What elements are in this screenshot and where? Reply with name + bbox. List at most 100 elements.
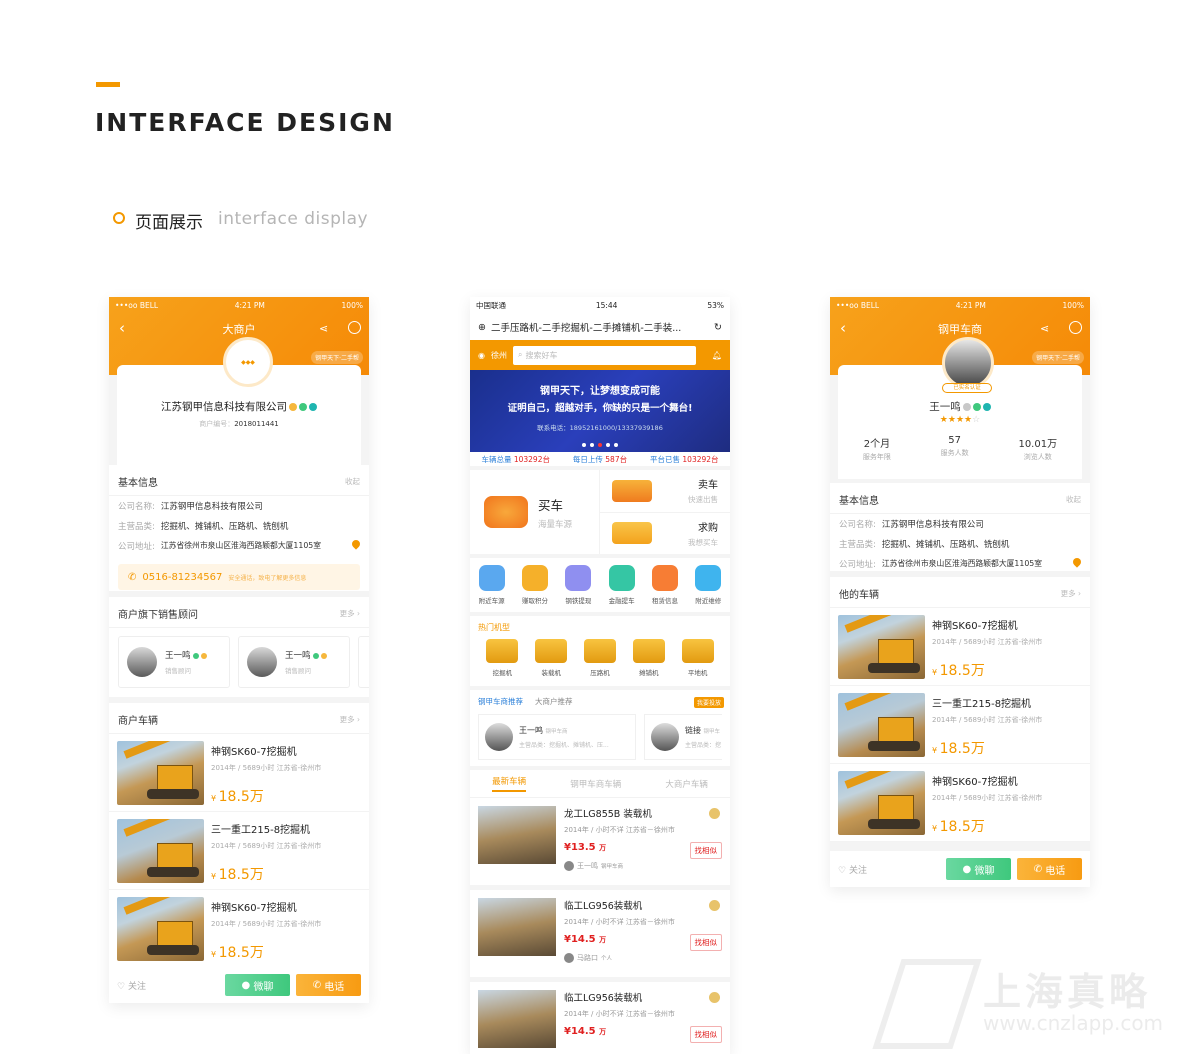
brand-tag: 钢甲天下·二手帮: [311, 351, 363, 364]
page-title: INTERFACE DESIGN: [95, 108, 395, 137]
listing-item[interactable]: 临工LG956装载机 2014年 / 小时不详 江苏省－徐州市 ¥14.5 万找相似: [470, 982, 730, 1054]
cars-title: 商户车辆: [118, 716, 158, 727]
location-icon[interactable]: [350, 538, 362, 550]
back-icon[interactable]: ‹: [119, 319, 125, 337]
car-item[interactable]: 三一重工215-8挖掘机 2014年 / 5689小时 江苏省-徐州市 ¥ 18.5…: [109, 812, 369, 890]
service-icon: [521, 565, 548, 591]
url-bar[interactable]: ⊕ 二手压路机-二手挖掘机-二手摊铺机-二手装... ↻: [470, 314, 730, 340]
follow-button[interactable]: ♡ 关注: [117, 979, 219, 992]
dealer-card[interactable]: 链接 钢甲车 主营品类：挖: [644, 714, 722, 760]
service-item[interactable]: 钢铁提现: [565, 565, 592, 605]
car-item[interactable]: 神钢SK60-7挖掘机 2014年 / 5689小时 江苏省-徐州市 ¥ 18.5万: [830, 608, 1090, 686]
phone-icon: ✆: [128, 571, 137, 583]
car-item[interactable]: 神钢SK60-7挖掘机 2014年 / 5689小时 江苏省-徐州市 ¥ 18.5万: [109, 890, 369, 968]
wechat-button[interactable]: ● 微聊: [225, 974, 290, 996]
buy-car-card[interactable]: 买车 海量车源: [470, 470, 600, 554]
service-item[interactable]: 附近维修: [695, 565, 722, 605]
phone-bar[interactable]: ✆ 0516-81234567 安全通话，致电了解更多信息: [118, 564, 360, 590]
back-icon[interactable]: ‹: [840, 319, 846, 337]
share-icon[interactable]: ⋖: [319, 322, 328, 335]
status-bar: 中国联通 15:44 53%: [470, 297, 730, 314]
collapse-button[interactable]: 收起: [1066, 494, 1081, 505]
tab-dealer-cars[interactable]: 钢甲车商车辆: [570, 778, 621, 790]
tab-dealer-recommend[interactable]: 钢甲车商推荐: [478, 696, 523, 707]
car-item[interactable]: 神钢SK60-7挖掘机 2014年 / 5689小时 江苏省-徐州市 ¥ 18.5万: [109, 734, 369, 812]
listing-photo: [478, 806, 556, 864]
car-photo: [117, 819, 204, 883]
refresh-icon[interactable]: ↻: [714, 322, 722, 333]
promo-banner[interactable]: 钢甲天下，让梦想变成可能 证明自己，超越对手，你缺的只是一个舞台! 联系电话：1…: [470, 370, 730, 452]
advisor-card[interactable]: 王一鸣 销售顾问: [238, 636, 350, 688]
car-item[interactable]: 三一重工215-8挖掘机 2014年 / 5689小时 江苏省-徐州市 ¥ 18.5…: [830, 686, 1090, 764]
nav-title: 大商户: [222, 323, 256, 336]
cars-more[interactable]: 更多 ›: [340, 714, 360, 725]
service-icon: [608, 565, 635, 591]
showcase-page: INTERFACE DESIGN 页面展示 interface display …: [0, 0, 1200, 1054]
city-selector[interactable]: 徐州: [491, 350, 507, 361]
car-photo: [838, 771, 925, 835]
advisor-card[interactable]: 王一鸣 销售顾问: [118, 636, 230, 688]
search-input[interactable]: ⌕ 搜索好车: [512, 345, 696, 365]
star-icon: ☆: [972, 415, 981, 425]
collapse-button[interactable]: 收起: [345, 476, 360, 487]
service-item[interactable]: 附近车源: [478, 565, 505, 605]
tab-merchant-cars[interactable]: 大商户车辆: [665, 778, 708, 790]
phone-number: 0516-81234567: [142, 571, 223, 583]
avatar: [127, 647, 157, 677]
find-similar-button[interactable]: 找相似: [689, 934, 722, 951]
status-bar: •••oo BELL 4:21 PM 100%: [109, 297, 369, 314]
find-similar-button[interactable]: 找相似: [689, 1026, 722, 1043]
phone-merchant: •••oo BELL 4:21 PM 100% ‹ 大商户 ⋖ 钢甲天下·二手帮…: [109, 297, 369, 1003]
message-icon[interactable]: [348, 321, 361, 334]
advisors-more[interactable]: 更多 ›: [340, 608, 360, 619]
cars-more[interactable]: 更多 ›: [1061, 588, 1081, 599]
hot-model-item[interactable]: 摊铺机: [632, 639, 665, 677]
tab-latest[interactable]: 最新车辆: [492, 775, 527, 792]
hot-model-item[interactable]: 挖掘机: [486, 639, 519, 677]
hot-model-item[interactable]: 平地机: [681, 639, 714, 677]
roller-icon: [612, 522, 652, 545]
phone-tip: 安全通话，致电了解更多信息: [228, 574, 307, 582]
share-icon[interactable]: ⋖: [1040, 322, 1049, 335]
car-photo: [117, 741, 204, 805]
merchant-cars-section: 商户车辆 更多 › 神钢SK60-7挖掘机 2014年 / 5689小时 江苏省-徐…: [109, 703, 369, 968]
service-item[interactable]: 租赁信息: [651, 565, 678, 605]
company-name: 江苏钢甲信息科技有限公司: [161, 401, 287, 413]
location-icon[interactable]: [1071, 556, 1083, 568]
watermark: 上海真略 www.cnzlapp.com: [872, 955, 1200, 1054]
find-similar-button[interactable]: 找相似: [689, 842, 722, 859]
listing-item[interactable]: 龙工LG855B 装载机 2014年 / 小时不详 江苏省－徐州市 ¥13.5 万王…: [470, 798, 730, 890]
service-item[interactable]: 金融提车: [608, 565, 635, 605]
car-item[interactable]: 神钢SK60-7挖掘机 2014年 / 5689小时 江苏省-徐州市 ¥ 18.5万: [830, 764, 1090, 842]
dealer-card[interactable]: 王一鸣 钢甲车商 主营品类：挖掘机、摊铺机、压...: [478, 714, 636, 760]
phone-dealer: •••oo BELL 4:21 PM 100% ‹ 钢甲车商 ⋖ 钢甲天下·二手…: [830, 297, 1090, 887]
machine-icon: [535, 639, 568, 663]
hot-model-item[interactable]: 压路机: [583, 639, 616, 677]
tab-merchant-recommend[interactable]: 大商户推荐: [535, 696, 573, 707]
section-subtitle: interface display: [218, 209, 369, 229]
nav-title: 钢甲车商: [938, 323, 982, 336]
bell-icon[interactable]: 🔔︎: [712, 351, 722, 360]
stats-strip: 车辆总量 103292台 每日上传 587台 平台已售 103292台: [470, 452, 730, 466]
wechat-button[interactable]: ● 微聊: [946, 858, 1011, 880]
machine-icon: [486, 639, 519, 663]
want-car-card[interactable]: 求购 我想买车: [600, 513, 730, 555]
service-item[interactable]: 赚取积分: [521, 565, 548, 605]
listing-item[interactable]: 临工LG956装载机 2014年 / 小时不详 江苏省－徐州市 ¥14.5 万马路口…: [470, 890, 730, 982]
sell-car-card[interactable]: 卖车 快速出售: [600, 470, 730, 513]
call-button[interactable]: ✆ 电话: [1017, 858, 1082, 880]
carrier: •••oo BELL: [115, 301, 159, 310]
medal-icon: [200, 652, 207, 659]
follow-button[interactable]: ♡ 关注: [838, 863, 940, 876]
id-value: 2018011441: [234, 420, 279, 428]
company-field: 江苏钢甲信息科技有限公司: [160, 502, 263, 512]
service-icon: [695, 565, 722, 591]
basic-info-section: 基本信息 收起 公司名称: 江苏钢甲信息科技有限公司 主营品类: 挖掘机、摊铺机、压路…: [830, 483, 1090, 571]
call-button[interactable]: ✆ 电话: [296, 974, 361, 996]
location-icon[interactable]: ◉: [478, 351, 485, 360]
hot-model-item[interactable]: 装载机: [535, 639, 568, 677]
message-icon[interactable]: [1069, 321, 1082, 334]
advertise-badge[interactable]: 我要投放: [693, 697, 724, 708]
recommend-section: 钢甲车商推荐 大商户推荐 我要投放 王一鸣 钢甲车商 主营品类：挖掘机、摊铺机、压.…: [470, 690, 730, 766]
avatar: [651, 723, 679, 751]
